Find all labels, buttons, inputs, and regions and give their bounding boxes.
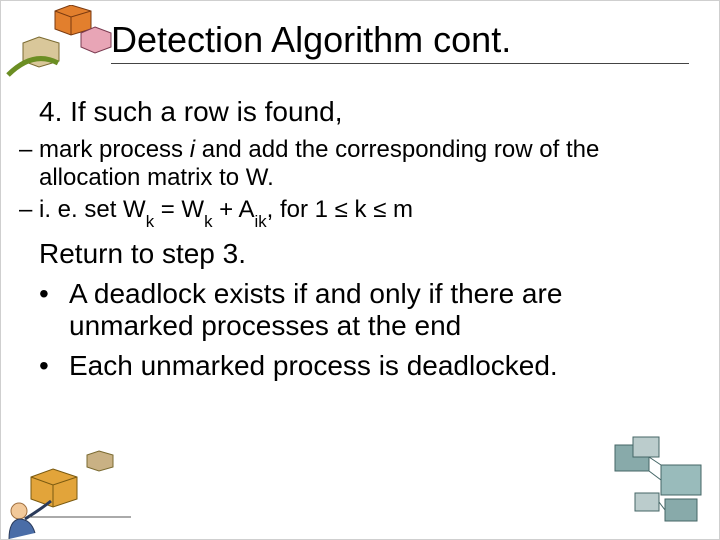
return-line: Return to step 3. xyxy=(39,238,689,270)
bullet-2: Each unmarked process is deadlocked. xyxy=(39,350,689,382)
page-title: Detection Algorithm cont. xyxy=(111,19,511,61)
deco-computers-bottom-right xyxy=(605,435,715,535)
sub2-mid: = W xyxy=(154,196,204,223)
step4-sub2-formula: i. e. set Wk = Wk + Aik, for 1 ≤ k ≤ m xyxy=(39,196,689,228)
sub1-part1: mark process xyxy=(39,136,190,163)
step4-sub1: mark process i and add the corresponding… xyxy=(39,136,689,192)
deco-cubes-top-left xyxy=(3,5,123,85)
sub2-prefix: i. e. set W xyxy=(39,196,146,223)
title-underline xyxy=(111,63,689,64)
sub2-rest: , for 1 ≤ k ≤ m xyxy=(267,196,413,223)
step4-header: 4. If such a row is found, xyxy=(39,96,689,128)
bullet-1: A deadlock exists if and only if there a… xyxy=(39,278,689,342)
sub2-k2: k xyxy=(204,212,212,231)
sub2-k1: k xyxy=(146,212,154,231)
deco-person-bottom-left xyxy=(1,449,131,539)
content-body: 4. If such a row is found, mark process … xyxy=(39,96,689,390)
slide-container: Detection Algorithm cont. 4. If such a r… xyxy=(0,0,720,540)
sub2-plus: + A xyxy=(212,196,254,223)
sub2-ik: ik xyxy=(255,212,267,231)
